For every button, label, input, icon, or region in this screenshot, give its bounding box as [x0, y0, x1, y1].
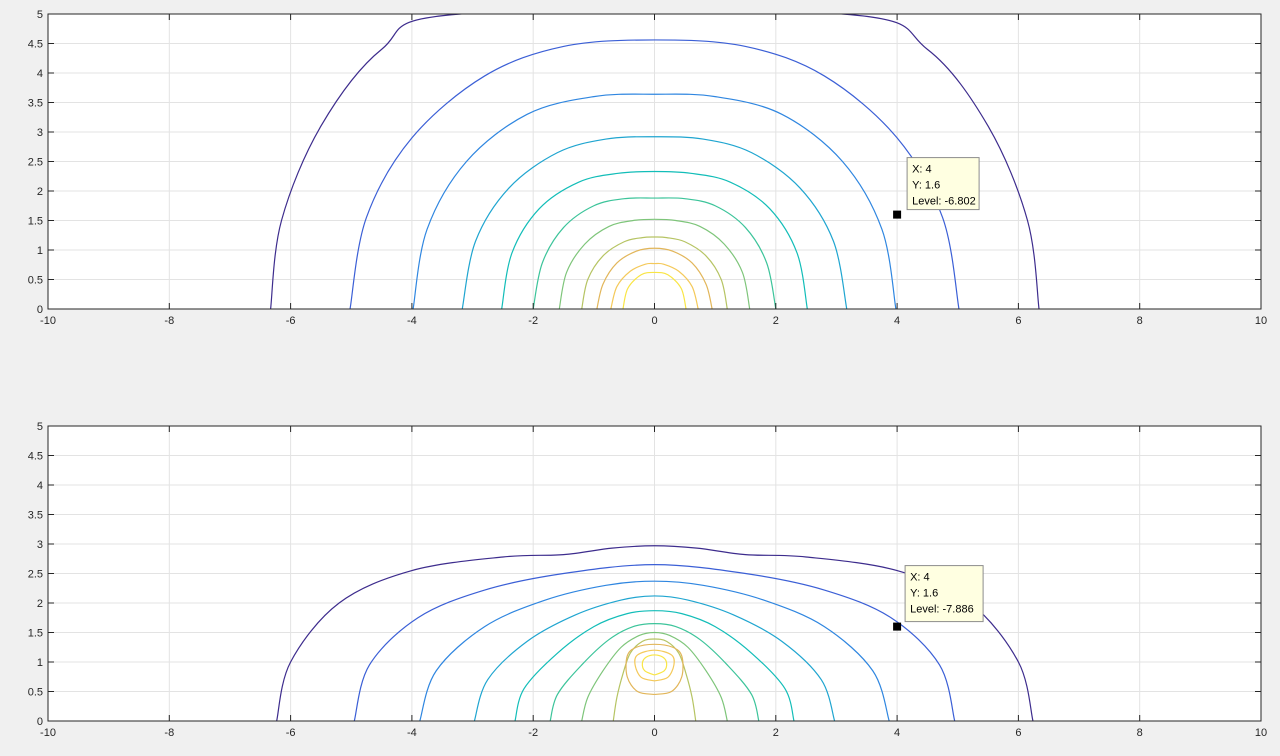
datatip[interactable]: X: 4 Y: 1.6 Level: -7.886 [893, 565, 984, 631]
y-tick-label: 2 [37, 598, 43, 610]
x-tick-label: 10 [1255, 727, 1267, 739]
y-tick-label: 1.5 [28, 628, 43, 640]
y-tick-label: 3.5 [28, 510, 43, 522]
datatip-label: Level: -7.886 [910, 604, 974, 616]
y-tick-label: 3.5 [28, 98, 43, 110]
datatip-label: Y: 1.6 [910, 588, 938, 600]
datatip-marker[interactable] [893, 622, 902, 631]
y-tick-label: 3 [37, 127, 43, 139]
x-tick-label: -6 [286, 727, 296, 739]
figure: -10 -8 -6 -4 -2 0 2 4 6 8 1000.511.522.533.544.55X… [28, 9, 1267, 739]
y-tick-label: 1 [37, 657, 43, 669]
datatip-marker[interactable] [893, 210, 902, 219]
y-tick-label: 5 [37, 9, 43, 21]
x-tick-label: 4 [894, 727, 900, 739]
y-tick-label: 4 [37, 480, 43, 492]
y-tick-label: 3 [37, 539, 43, 551]
x-tick-label: 0 [651, 315, 657, 327]
y-tick-label: 4 [37, 68, 43, 80]
y-tick-label: 0.5 [28, 275, 43, 287]
datatip-label: X: 4 [910, 572, 930, 584]
x-tick-label: 8 [1137, 315, 1143, 327]
datatip-label: Level: -6.802 [912, 196, 976, 208]
x-tick-label: 8 [1137, 727, 1143, 739]
y-tick-label: 1 [37, 245, 43, 257]
y-tick-label: 1.5 [28, 216, 43, 228]
x-tick-label: -8 [164, 727, 174, 739]
y-tick-label: 0 [37, 304, 43, 316]
x-tick-label: -10 [40, 727, 56, 739]
x-tick-label: -8 [164, 315, 174, 327]
y-tick-label: 2.5 [28, 569, 43, 581]
x-tick-label: 10 [1255, 315, 1267, 327]
x-tick-label: -4 [407, 315, 417, 327]
y-tick-label: 0 [37, 716, 43, 728]
x-tick-label: 2 [773, 315, 779, 327]
axes-panel-1: -10 -8 -6 -4 -2 0 2 4 6 8 10 0 0.5 1 1.5 2 2.5 3 3.5 4 4.5 5 X… [28, 9, 1267, 327]
x-tick-label: -4 [407, 727, 417, 739]
axes-panel-2: -10 -8 -6 -4 -2 0 2 4 6 8 10 0 0.5 1 1.5 2 2.5 3 3.5 4 4.5 5 X… [28, 421, 1267, 739]
datatip-label: X: 4 [912, 164, 932, 176]
x-tick-label: 6 [1015, 315, 1021, 327]
x-tick-label: 6 [1015, 727, 1021, 739]
x-tick-label: -10 [40, 315, 56, 327]
y-tick-label: 4.5 [28, 39, 43, 51]
y-tick-label: 5 [37, 421, 43, 433]
datatip-label: Y: 1.6 [912, 180, 940, 192]
x-tick-label: 0 [651, 727, 657, 739]
x-tick-label: 2 [773, 727, 779, 739]
x-tick-label: -6 [286, 315, 296, 327]
y-tick-label: 4.5 [28, 451, 43, 463]
x-tick-label: -2 [528, 727, 538, 739]
y-tick-label: 2 [37, 186, 43, 198]
x-tick-label: -2 [528, 315, 538, 327]
x-tick-label: 4 [894, 315, 900, 327]
y-tick-label: 2.5 [28, 157, 43, 169]
y-tick-label: 0.5 [28, 687, 43, 699]
